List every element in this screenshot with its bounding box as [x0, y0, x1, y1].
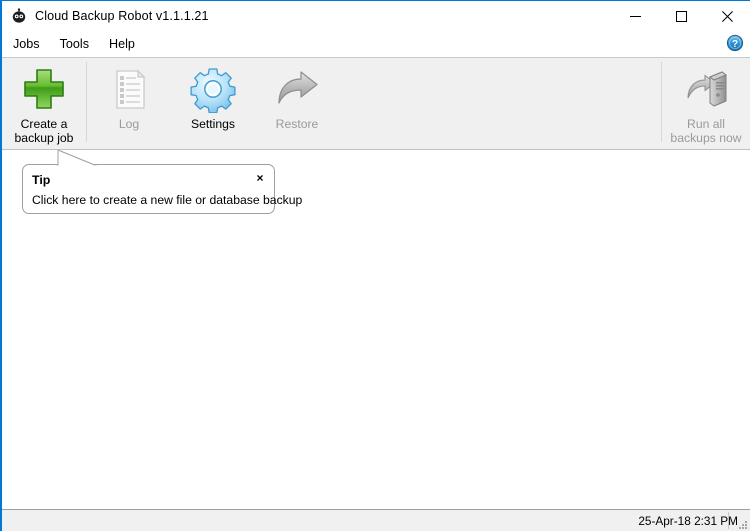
status-bar: 25-Apr-18 2:31 PM: [2, 509, 750, 531]
maximize-icon[interactable]: [658, 1, 704, 31]
green-plus-icon: [20, 65, 68, 113]
close-icon[interactable]: [704, 1, 750, 31]
main-content-area: Tip Click here to create a new file or d…: [2, 149, 750, 509]
svg-text:?: ?: [732, 39, 738, 50]
create-backup-job-label: Create a backup job: [14, 117, 74, 145]
menu-bar: Jobs Tools Help ?: [2, 31, 750, 58]
server-tower-icon: [682, 65, 730, 113]
restore-button[interactable]: Restore: [255, 58, 339, 147]
menu-item-tools[interactable]: Tools: [51, 34, 98, 55]
toolbar-right-group: Run all backups now: [661, 58, 750, 147]
robot-icon: [11, 8, 27, 24]
log-button[interactable]: Log: [87, 58, 171, 147]
tip-title: Tip: [32, 173, 51, 187]
curved-arrow-icon: [273, 65, 321, 113]
create-backup-job-button[interactable]: Create a backup job: [2, 58, 86, 147]
restore-label: Restore: [275, 117, 319, 131]
application-window: Cloud Backup Robot v1.1.1.21 Jobs Tools …: [0, 0, 750, 531]
resize-grip-icon[interactable]: [735, 517, 747, 529]
window-caption-buttons: [612, 1, 750, 31]
log-label: Log: [118, 117, 140, 131]
tip-close-icon[interactable]: ×: [253, 171, 267, 185]
document-list-icon: [105, 65, 153, 113]
run-all-backups-now-button[interactable]: Run all backups now: [662, 58, 750, 147]
menu-item-jobs[interactable]: Jobs: [4, 34, 49, 55]
title-bar: Cloud Backup Robot v1.1.1.21: [2, 1, 750, 31]
settings-label: Settings: [190, 117, 236, 131]
status-datetime: 25-Apr-18 2:31 PM: [638, 513, 738, 528]
settings-button[interactable]: Settings: [171, 58, 255, 147]
menu-item-help[interactable]: Help: [100, 34, 144, 55]
help-circle-icon[interactable]: ?: [726, 34, 744, 52]
tip-balloon: Tip Click here to create a new file or d…: [22, 149, 303, 214]
minimize-icon[interactable]: [612, 1, 658, 31]
run-all-backups-now-label: Run all backups now: [670, 117, 742, 145]
tip-message: Click here to create a new file or datab…: [32, 193, 303, 207]
gear-icon: [189, 65, 237, 113]
status-separator: [728, 512, 729, 529]
toolbar: Create a backup job Log Settings Restore…: [2, 58, 750, 150]
window-title: Cloud Backup Robot v1.1.1.21: [35, 9, 209, 23]
tip-balloon-pointer: [57, 149, 101, 168]
